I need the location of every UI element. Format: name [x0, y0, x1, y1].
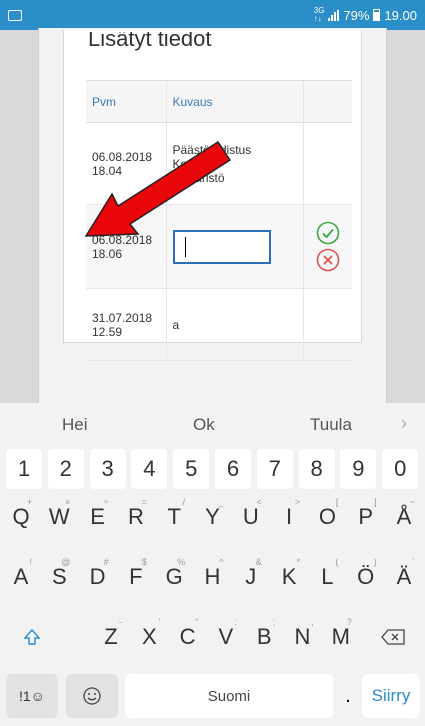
period-key[interactable]: .	[340, 674, 356, 718]
key-z[interactable]: -Z	[94, 615, 128, 659]
key-b[interactable]: ; B	[247, 615, 281, 659]
chevron-right-icon[interactable]: ›	[401, 413, 407, 434]
key-1[interactable]: 1	[6, 449, 42, 489]
actions-cell	[302, 122, 352, 205]
text-cursor	[184, 236, 186, 257]
smiley-icon	[83, 687, 101, 705]
column-header-actions	[302, 80, 352, 123]
web-content: Lisätyt tiedot Pvm Kuvaus 06.08.2018 18.0…	[0, 28, 425, 420]
status-bar: 3G ↑↓ 79% 19.00	[0, 0, 425, 30]
backspace-icon	[381, 629, 405, 645]
shift-key[interactable]	[6, 615, 58, 659]
key-5[interactable]: 5	[173, 449, 210, 489]
key-i[interactable]: > I	[272, 495, 306, 539]
key-0[interactable]: 0	[382, 449, 419, 489]
date-cell: 06.08.2018 18.04	[86, 122, 166, 205]
key-x[interactable]: ' X	[132, 615, 166, 659]
key-t[interactable]: / T	[157, 495, 191, 539]
space-key[interactable]: Suomi	[125, 674, 333, 718]
key-9[interactable]: 9	[340, 449, 377, 489]
actions-cell	[302, 204, 352, 289]
entries-table: Pvm Kuvaus 06.08.2018 18.04 Päästötodistu…	[86, 80, 352, 361]
key-8[interactable]: 8	[298, 449, 335, 489]
table-row: 31.07.2018 12.59 a	[86, 288, 352, 361]
key-o[interactable]: [O	[310, 495, 344, 539]
key-4[interactable]: 4	[131, 449, 168, 489]
shift-icon	[23, 628, 41, 645]
suggestion-1[interactable]: Hei	[62, 415, 88, 435]
suggestion-2[interactable]: Ok	[193, 415, 215, 435]
key-d[interactable]: # D	[81, 555, 115, 599]
key-h[interactable]: ^ H	[196, 555, 230, 599]
description-input[interactable]	[172, 229, 271, 264]
key-7[interactable]: 7	[256, 449, 293, 489]
column-header-description: Kuvaus	[165, 80, 303, 123]
table-row: 06.08.2018 18.04 Päästötodistus Konto ja ym…	[86, 122, 352, 205]
key-l[interactable]: (L	[310, 555, 344, 599]
suggestion-3[interactable]: Tuula	[310, 415, 352, 435]
key-q[interactable]: + Q	[4, 495, 38, 539]
go-key[interactable]: Siirry	[362, 674, 420, 718]
key-y[interactable]: _ Y	[196, 495, 230, 539]
signal-icon	[328, 9, 340, 21]
card-title: Lisätyt tiedot	[88, 32, 212, 51]
key-u[interactable]: < U	[234, 495, 268, 539]
key-3[interactable]: 3	[89, 449, 126, 489]
key-n[interactable]: ,N	[286, 615, 320, 659]
key-a[interactable]: ! A	[4, 555, 38, 599]
key-w[interactable]: × W	[42, 495, 76, 539]
key-e[interactable]: ÷ E	[81, 495, 115, 539]
key-m[interactable]: ? M	[324, 615, 358, 659]
description-cell: Päästötodistus Konto ja ympäristö	[165, 122, 303, 205]
date-cell: 31.07.2018 12.59	[86, 288, 166, 361]
key-r[interactable]: = R	[119, 495, 153, 539]
onscreen-keyboard: Hei Ok Tuula › 1234567890 + Q × W ÷ E = R / T _ Y < U…	[0, 403, 425, 726]
key-p[interactable]: ] P	[349, 495, 383, 539]
key-c[interactable]: " C	[171, 615, 205, 659]
suggestion-bar: Hei Ok Tuula ›	[0, 403, 425, 446]
key-6[interactable]: 6	[215, 449, 251, 489]
key-v[interactable]: :V	[209, 615, 243, 659]
emoji-key[interactable]	[66, 674, 118, 718]
date-cell: 06.08.2018 18.06	[86, 204, 166, 289]
key-ö[interactable]: ) Ö	[349, 555, 383, 599]
key-2[interactable]: 2	[47, 449, 84, 489]
key-g[interactable]: % G	[157, 555, 191, 599]
image-notification-icon	[8, 9, 22, 21]
key-f[interactable]: $ F	[119, 555, 153, 599]
battery-icon	[373, 9, 381, 21]
table-row-editing: 06.08.2018 18.06	[86, 204, 352, 289]
description-cell: a	[165, 288, 303, 361]
backspace-key[interactable]	[366, 615, 420, 659]
battery-percent: 79%	[343, 7, 370, 23]
confirm-check-icon[interactable]	[316, 221, 340, 245]
key-s[interactable]: @ S	[42, 555, 76, 599]
symbols-key[interactable]: !1☺	[6, 674, 58, 718]
description-cell	[165, 204, 303, 289]
cancel-cross-icon[interactable]	[316, 248, 340, 272]
key-ä[interactable]: ` Ä	[387, 555, 421, 599]
status-right: 3G ↑↓ 79% 19.00	[314, 7, 417, 23]
clock: 19.00	[384, 7, 417, 23]
key-k[interactable]: * K	[272, 555, 306, 599]
column-header-date: Pvm	[86, 80, 166, 123]
key-j[interactable]: & J	[234, 555, 268, 599]
key-å[interactable]: ~ Å	[387, 495, 421, 539]
actions-cell	[302, 288, 352, 361]
network-type-indicator: 3G ↑↓	[313, 6, 325, 23]
